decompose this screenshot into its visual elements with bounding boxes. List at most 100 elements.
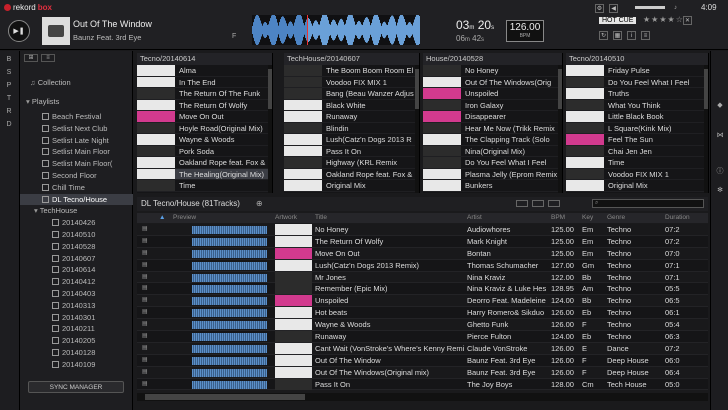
sidebar-playlist-item[interactable]: ▾ TechHouse	[20, 205, 133, 216]
sidebar-item-playlists[interactable]: ▾ Playlists	[20, 96, 133, 107]
panel-scrollbar[interactable]	[704, 65, 708, 193]
table-row[interactable]: ▤ Wayne & Woods Ghetto Funk 126.00 F Techno 05…	[137, 319, 708, 332]
panel-track-row[interactable]: Oakland Rope feat. Fox &	[137, 157, 272, 169]
sidebar-playlist-item[interactable]: Setlist Main Floor	[20, 146, 133, 157]
panel-track-row[interactable]: L Square(Kink Mix)	[566, 122, 708, 134]
table-row[interactable]: ▤ Out Of The Windows(Original mix) Baunz F…	[137, 366, 708, 379]
volume-icon[interactable]: ◀	[609, 4, 618, 13]
column-button[interactable]	[548, 200, 560, 207]
panel-track-row[interactable]: Time	[137, 180, 272, 192]
column-header-cell[interactable]: Artwork	[275, 213, 297, 223]
panel-track-row[interactable]: Nina(Original Mix)	[423, 145, 562, 157]
sidebar-playlist-item[interactable]: 20140205	[20, 335, 133, 346]
panel-track-row[interactable]: The Healing(Original Mix)	[137, 168, 272, 180]
sidebar-playlist-item[interactable]: 20140614	[20, 264, 133, 275]
sidebar-playlist-item[interactable]: 20140412	[20, 276, 133, 287]
sidebar-playlist-item[interactable]: Second Floor	[20, 170, 133, 181]
sidebar-playlist-item[interactable]: 20140211	[20, 323, 133, 334]
panel-track-row[interactable]: Pass It On	[284, 145, 419, 157]
sidebar-playlist-item[interactable]: 20140510	[20, 229, 133, 240]
preview-waveform[interactable]	[192, 285, 267, 294]
panel-track-row[interactable]: The Boom Boom Room El	[284, 65, 419, 77]
sidebar-playlist-item[interactable]: 20140528	[20, 241, 133, 252]
table-row[interactable]: ▤ Mr Jones Nina Kraviz 122.00 Bb Techno 07:1	[137, 271, 708, 284]
preview-waveform[interactable]	[192, 321, 267, 330]
search-icon[interactable]: S	[4, 69, 14, 79]
tag-list-icon[interactable]: ◆	[715, 101, 725, 111]
panel-title[interactable]: Tecno/20140510	[566, 53, 708, 65]
horizontal-scrollbar[interactable]	[137, 393, 708, 401]
preview-waveform[interactable]	[192, 261, 267, 270]
column-header-cell[interactable]: Genre	[607, 213, 625, 223]
detail-view-button[interactable]	[532, 200, 544, 207]
panel-track-row[interactable]: Hear Me Now (Trikk Remix	[423, 122, 562, 134]
panel-track-row[interactable]: Move On Out	[137, 111, 272, 123]
speaker-icon[interactable]: ♪	[671, 4, 680, 13]
sidebar-playlist-item[interactable]: 20140426	[20, 217, 133, 228]
add-icon[interactable]: ⊕	[256, 199, 263, 208]
table-row[interactable]: ▤ Pass It On The Joy Boys 128.00 Cm Tech Hous…	[137, 378, 708, 391]
panel-track-row[interactable]: Voodoo FIX MIX 1	[284, 76, 419, 88]
scroll-thumb[interactable]	[145, 394, 305, 400]
scroll-thumb[interactable]	[268, 69, 272, 109]
sync-manager-button[interactable]: SYNC MANAGER	[28, 381, 124, 393]
rating-stars[interactable]: ★★★★☆	[643, 15, 684, 24]
panel-track-row[interactable]: What You Think	[566, 99, 708, 111]
column-header-cell[interactable]: Key	[582, 213, 593, 223]
table-row[interactable]: ▤ Runaway Pierce Fulton 124.00 Eb Techno 06:3	[137, 331, 708, 343]
settings-icon[interactable]: ✻	[715, 186, 725, 196]
table-row[interactable]: ▤ Cant Wait (VonStroke's Where's Kenny Re…	[137, 342, 708, 355]
panel-track-row[interactable]: Pork Soda	[137, 145, 272, 157]
sidebar-playlist-item[interactable]: 20140301	[20, 312, 133, 323]
sidebar-playlist-item[interactable]: 20140128	[20, 347, 133, 358]
column-header-cell[interactable]: Title	[315, 213, 327, 223]
panel-track-row[interactable]: Chai Jen Jen	[566, 145, 708, 157]
panel-track-row[interactable]: Bang (Beau Wanzer Adjus	[284, 88, 419, 100]
close-icon[interactable]: ✕	[683, 16, 692, 25]
preview-waveform[interactable]	[192, 249, 267, 258]
table-row[interactable]: ▤ Unspoiled Deorro Feat. Madeleine 124.00 Bb…	[137, 295, 708, 308]
panel-track-row[interactable]: The Return Of Wolfy	[137, 99, 272, 111]
panel-track-row[interactable]: Do You Feel What I Feel	[566, 76, 708, 88]
table-row[interactable]: ▤ Move On Out Bontan 125.00 Em Techno 07:0	[137, 247, 708, 260]
panel-track-row[interactable]: Friday Pulse	[566, 65, 708, 77]
related-icon[interactable]: R	[4, 108, 14, 118]
panel-track-row[interactable]: Time	[566, 157, 708, 169]
sidebar-item-collection[interactable]: ♫ Collection	[20, 77, 133, 88]
sidebar-playlist-item[interactable]: 20140109	[20, 359, 133, 370]
panel-track-row[interactable]: The Return Of The Funk	[137, 88, 272, 100]
panel-track-row[interactable]: Lush(Catz'n Dogs 2013 R	[284, 134, 419, 146]
table-row[interactable]: ▤ The Return Of Wolfy Mark Knight 125.00 Em T…	[137, 235, 708, 248]
panel-track-row[interactable]: Unspoiled	[423, 88, 562, 100]
scroll-thumb[interactable]	[704, 69, 708, 109]
sidebar-list-button[interactable]: ≡	[41, 54, 55, 62]
panel-track-row[interactable]: Highway (KRL Remix	[284, 157, 419, 169]
panel-track-row[interactable]: Blindin	[284, 122, 419, 134]
scroll-thumb[interactable]	[558, 69, 562, 109]
column-header-cell[interactable]: BPM	[551, 213, 565, 223]
scroll-thumb[interactable]	[415, 69, 419, 109]
preview-waveform[interactable]	[192, 368, 267, 377]
table-row[interactable]: ▤ Hot beats Harry Romero& Sikduo 126.00 Eb Te…	[137, 307, 708, 320]
waveform-display[interactable]	[252, 15, 420, 45]
browser-icon[interactable]: B	[4, 56, 14, 66]
panel-track-row[interactable]: Truths	[566, 88, 708, 100]
gear-icon[interactable]: ⚙	[595, 4, 604, 13]
sidebar-playlist-item[interactable]: Setlist Late Night	[20, 135, 133, 146]
panel-track-row[interactable]: Iron Galaxy	[423, 99, 562, 111]
panel-scrollbar[interactable]	[268, 65, 272, 193]
panel-track-row[interactable]: Voodoo FIX MIX 1	[566, 168, 708, 180]
sidebar-playlist-item[interactable]: 20140313	[20, 300, 133, 311]
panel-track-row[interactable]: Plasma Jelly (Eprom Remix	[423, 168, 562, 180]
panel-title[interactable]: House/20140528	[423, 53, 562, 65]
column-header-cell[interactable]: Preview	[173, 213, 196, 223]
panel-scrollbar[interactable]	[558, 65, 562, 193]
mixer-icon[interactable]: ≡	[641, 31, 650, 40]
panel-scrollbar[interactable]	[415, 65, 419, 193]
preview-waveform[interactable]	[192, 297, 267, 306]
device-icon[interactable]: D	[4, 121, 14, 131]
panel-track-row[interactable]: Black White	[284, 99, 419, 111]
sidebar-view-button[interactable]: ⊞	[24, 54, 38, 62]
table-row[interactable]: ▤ Remember (Epic Mix) Nina Kraviz & Luke H…	[137, 283, 708, 296]
volume-slider[interactable]	[635, 6, 665, 9]
